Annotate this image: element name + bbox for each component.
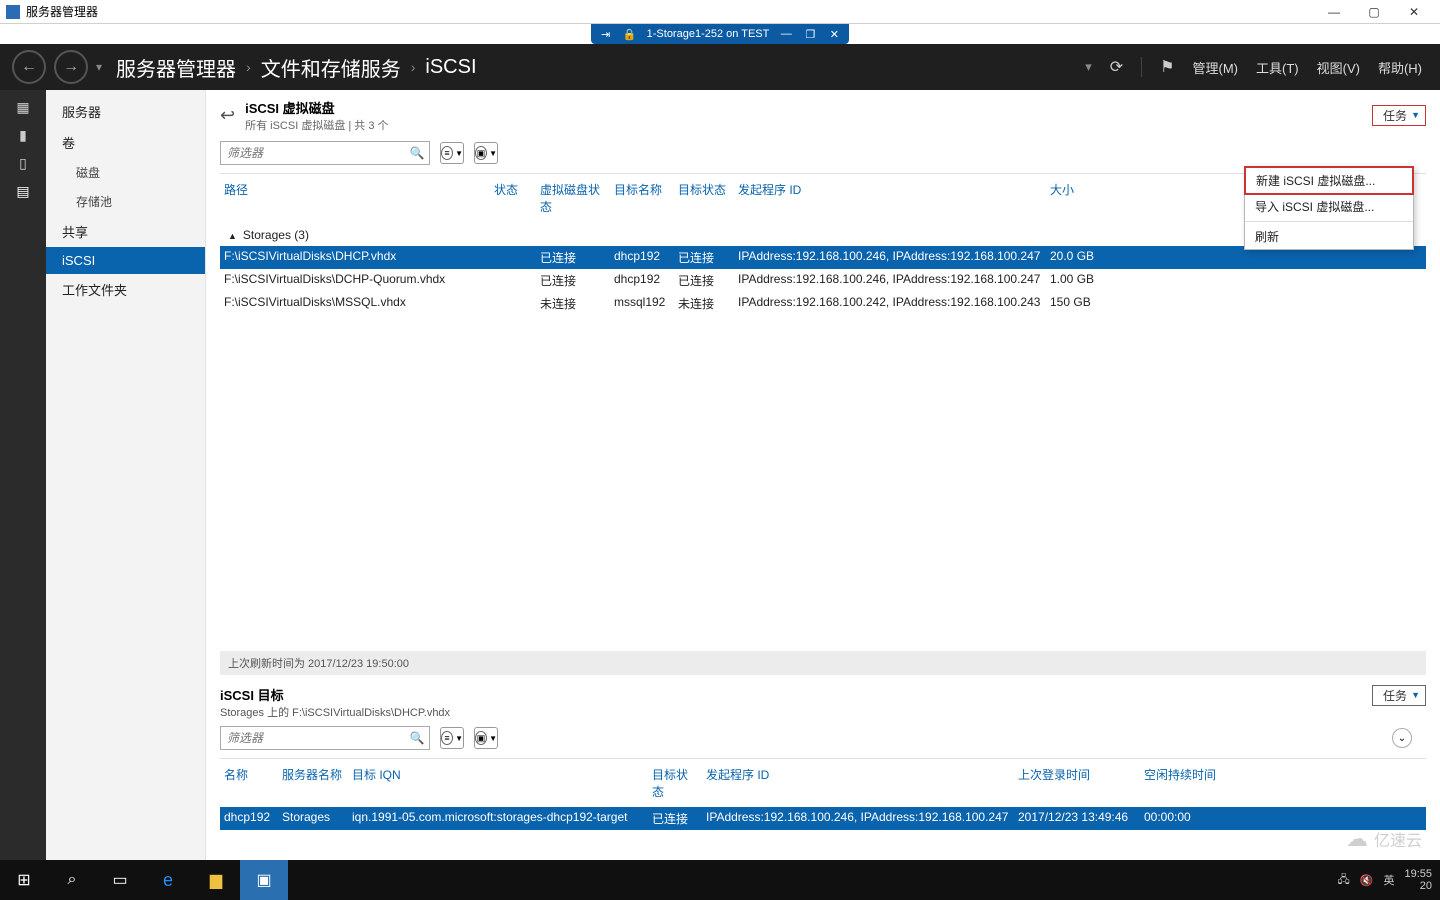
filter-input-2[interactable] [221, 731, 405, 745]
tasks-button[interactable]: 任务▼ [1372, 105, 1426, 126]
server-manager-icon[interactable]: ▣ [240, 860, 288, 900]
col2-login[interactable]: 上次登录时间 [1014, 763, 1140, 803]
menu-separator [1245, 221, 1413, 222]
sidebar-item-iscsi[interactable]: iSCSI [46, 247, 205, 274]
taskview-button[interactable]: ▭ [96, 860, 144, 900]
filter-box[interactable]: 🔍 [220, 141, 430, 165]
crumb-iscsi[interactable]: iSCSI [425, 56, 476, 79]
menu-new-vdisk[interactable]: 新建 iSCSI 虚拟磁盘... [1244, 166, 1414, 195]
group-options-button[interactable]: ▣▼ [474, 142, 498, 164]
expand-icon[interactable]: ⌄ [1392, 728, 1412, 748]
section1-title: iSCSI 虚拟磁盘 [245, 98, 388, 117]
col-initiator[interactable]: 发起程序 ID [734, 178, 1046, 218]
search-icon[interactable]: 🔍 [405, 731, 429, 745]
target-table: 名称 服务器名称 目标 IQN 目标状态 发起程序 ID 上次登录时间 空闲持续… [220, 758, 1426, 830]
vm-close-button[interactable]: ✕ [827, 28, 841, 41]
rail-bar: ▦ ▮ ▯ ▤ [0, 90, 46, 860]
view-options-button[interactable]: ≡▼ [440, 142, 464, 164]
vm-restore-button[interactable]: ❐ [803, 28, 817, 41]
section2-title: iSCSI 目标 [220, 685, 450, 704]
crumb-root[interactable]: 服务器管理器 [116, 53, 236, 82]
sidebar-item-shares[interactable]: 共享 [46, 216, 205, 247]
minimize-button[interactable]: — [1314, 0, 1354, 24]
col2-name[interactable]: 名称 [220, 763, 278, 803]
group-options-button-2[interactable]: ▣▼ [474, 727, 498, 749]
col2-tstat[interactable]: 目标状态 [648, 763, 702, 803]
menu-manage[interactable]: 管理(M) [1193, 58, 1239, 77]
menu-tools[interactable]: 工具(T) [1256, 58, 1299, 77]
crumb-service[interactable]: 文件和存储服务 [261, 53, 401, 82]
ime-indicator[interactable]: 英 [1383, 872, 1394, 888]
watermark: ☁ 亿速云 [1346, 826, 1422, 852]
search-button[interactable]: ⌕ [48, 860, 96, 900]
outer-titlebar: 服务器管理器 — ▢ ✕ [0, 0, 1440, 24]
col-path[interactable]: 路径 [220, 178, 490, 218]
breadcrumb: 服务器管理器 › 文件和存储服务 › iSCSI [116, 53, 476, 82]
clock[interactable]: 19:55 20 [1404, 868, 1432, 892]
col2-idle[interactable]: 空闲持续时间 [1140, 763, 1240, 803]
cloud-icon: ☁ [1346, 826, 1368, 852]
vm-connection-bar: ⇥ 🔒 1-Storage1-252 on TEST — ❐ ✕ [0, 24, 1440, 44]
dashboard-icon[interactable]: ▦ [12, 98, 34, 116]
app-icon [6, 5, 20, 19]
close-button[interactable]: ✕ [1394, 0, 1434, 24]
table-row[interactable]: F:\iSCSIVirtualDisks\DCHP-Quorum.vhdx已连接… [220, 269, 1426, 292]
col-target-name[interactable]: 目标名称 [610, 178, 674, 218]
vm-title-text: 1-Storage1-252 on TEST [647, 28, 770, 40]
pin-icon[interactable]: ⇥ [599, 28, 613, 41]
section2-subtitle: Storages 上的 F:\iSCSIVirtualDisks\DHCP.vh… [220, 704, 450, 720]
sidebar-item-servers[interactable]: 服务器 [46, 96, 205, 127]
start-button[interactable]: ⊞ [0, 860, 48, 900]
filter-box-2[interactable]: 🔍 [220, 726, 430, 750]
view-options-button-2[interactable]: ≡▼ [440, 727, 464, 749]
maximize-button[interactable]: ▢ [1354, 0, 1394, 24]
refresh-status: 上次刷新时间为 2017/12/23 19:50:00 [220, 651, 1426, 675]
search-icon[interactable]: 🔍 [405, 146, 429, 160]
ie-icon[interactable]: e [144, 860, 192, 900]
taskbar: ⊞ ⌕ ▭ e ▆ ▣ 🖧 🔇 英 19:55 20 [0, 860, 1440, 900]
target-table-header[interactable]: 名称 服务器名称 目标 IQN 目标状态 发起程序 ID 上次登录时间 空闲持续… [220, 759, 1426, 807]
col-target-status[interactable]: 目标状态 [674, 178, 734, 218]
tray-volume-icon[interactable]: 🔇 [1360, 874, 1374, 887]
menu-help[interactable]: 帮助(H) [1378, 58, 1422, 77]
all-icon[interactable]: ▯ [12, 154, 34, 172]
outer-title-text: 服务器管理器 [26, 3, 98, 20]
sidebar-item-pools[interactable]: 存储池 [46, 187, 205, 216]
table-row[interactable]: dhcp192 Storages iqn.1991-05.com.microso… [220, 807, 1426, 830]
servers-icon[interactable]: ▮ [12, 126, 34, 144]
menu-refresh[interactable]: 刷新 [1245, 224, 1413, 249]
tray-network-icon[interactable]: 🖧 [1338, 871, 1350, 890]
section1-subtitle: 所有 iSCSI 虚拟磁盘 | 共 3 个 [245, 117, 388, 133]
col2-iqn[interactable]: 目标 IQN [348, 763, 648, 803]
sidebar: 服务器 卷 磁盘 存储池 共享 iSCSI 工作文件夹 [46, 90, 206, 860]
col-status[interactable]: 状态 [490, 178, 536, 218]
menu-view[interactable]: 视图(V) [1317, 58, 1360, 77]
table-row[interactable]: F:\iSCSIVirtualDisks\MSSQL.vhdx未连接mssql1… [220, 292, 1426, 315]
sm-header: ← → ▾ 服务器管理器 › 文件和存储服务 › iSCSI ▾ ⟳ ⚑ 管理(… [0, 44, 1440, 90]
section-back-icon[interactable]: ↩ [220, 105, 235, 126]
nav-back-button[interactable]: ← [12, 50, 46, 84]
flag-icon[interactable]: ⚑ [1160, 57, 1174, 77]
tasks-dropdown: 新建 iSCSI 虚拟磁盘... 导入 iSCSI 虚拟磁盘... 刷新 [1244, 166, 1414, 250]
lock-icon[interactable]: 🔒 [623, 28, 637, 41]
col-size[interactable]: 大小 [1046, 178, 1126, 218]
refresh-icon[interactable]: ⟳ [1110, 57, 1123, 77]
nav-forward-button[interactable]: → [54, 50, 88, 84]
menu-import-vdisk[interactable]: 导入 iSCSI 虚拟磁盘... [1245, 194, 1413, 219]
tasks-button-2[interactable]: 任务▼ [1372, 685, 1426, 706]
vm-minimize-button[interactable]: — [779, 28, 793, 40]
sidebar-item-volumes[interactable]: 卷 [46, 127, 205, 158]
filter-input[interactable] [221, 146, 405, 160]
col2-init[interactable]: 发起程序 ID [702, 763, 1014, 803]
col2-server[interactable]: 服务器名称 [278, 763, 348, 803]
col-vdisk-status[interactable]: 虚拟磁盘状态 [536, 178, 610, 218]
sidebar-item-workfolders[interactable]: 工作文件夹 [46, 274, 205, 305]
sidebar-item-disks[interactable]: 磁盘 [46, 158, 205, 187]
explorer-icon[interactable]: ▆ [192, 860, 240, 900]
file-services-icon[interactable]: ▤ [12, 182, 34, 200]
